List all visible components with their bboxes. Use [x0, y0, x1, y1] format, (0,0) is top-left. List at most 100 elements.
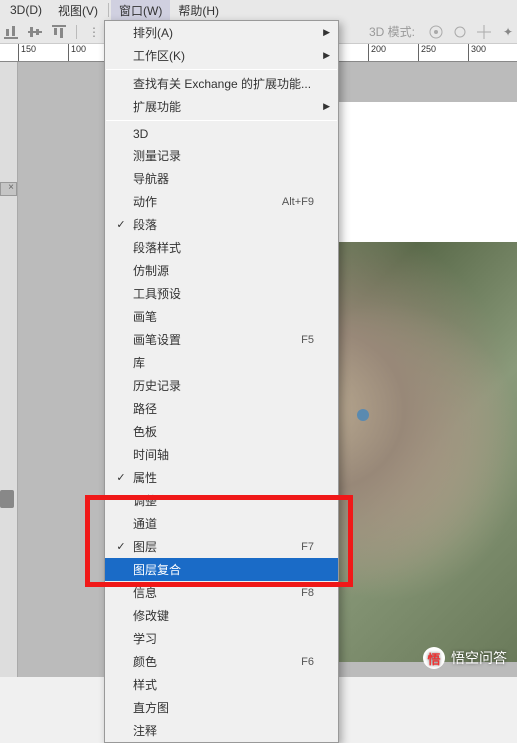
- menu-item[interactable]: 样式: [105, 673, 338, 696]
- ruler-tick: 300: [468, 44, 517, 61]
- orbit-icon[interactable]: [427, 23, 445, 41]
- menu-item[interactable]: 时间轴: [105, 443, 338, 466]
- menubar-separator: [108, 3, 109, 17]
- menu-item[interactable]: 调整: [105, 489, 338, 512]
- menu-item[interactable]: ✓段落: [105, 213, 338, 236]
- ruler-tick: 200: [368, 44, 418, 61]
- side-handle[interactable]: [0, 490, 14, 508]
- submenu-arrow-icon: ▶: [323, 101, 330, 112]
- menu-item[interactable]: 色板: [105, 420, 338, 443]
- menu-shortcut: Alt+F9: [282, 196, 314, 208]
- menu-item-label: 3D: [129, 127, 314, 141]
- ruler-tick: 150: [18, 44, 68, 61]
- checkmark-icon: ✓: [113, 218, 129, 231]
- menu-item-label: 工作区(K): [129, 47, 314, 64]
- menu-item-label: 颜色: [129, 653, 301, 670]
- menu-item-label: 直方图: [129, 699, 314, 716]
- align-top-icon[interactable]: [50, 23, 68, 41]
- menu-shortcut: F5: [301, 334, 314, 346]
- menu-item[interactable]: 段落样式: [105, 236, 338, 259]
- menu-item[interactable]: 画笔: [105, 305, 338, 328]
- menu-item[interactable]: 修改键: [105, 604, 338, 627]
- collapsed-panel-tab[interactable]: [0, 182, 17, 196]
- ruler-tick: 250: [418, 44, 468, 61]
- menu-item[interactable]: ✓图层F7: [105, 535, 338, 558]
- menu-item[interactable]: 工具预设: [105, 282, 338, 305]
- menu-item-label: 属性: [129, 469, 314, 486]
- menu-item[interactable]: 历史记录: [105, 374, 338, 397]
- mode-label: 3D 模式:: [363, 23, 421, 40]
- menu-item[interactable]: 导航器: [105, 167, 338, 190]
- watermark-logo-icon: 悟: [423, 647, 445, 669]
- menu-item[interactable]: 排列(A)▶: [105, 21, 338, 44]
- menu-item-label: 样式: [129, 676, 314, 693]
- menu-item-label: 修改键: [129, 607, 314, 624]
- align-bottom-icon[interactable]: [2, 23, 20, 41]
- menu-item-label: 测量记录: [129, 147, 314, 164]
- menubar: 3D(D) 视图(V) 窗口(W) 帮助(H): [0, 0, 517, 20]
- menu-shortcut: F7: [301, 541, 314, 553]
- menu-item[interactable]: 颜色F6: [105, 650, 338, 673]
- watermark-text: 悟空问答: [451, 648, 507, 668]
- menu-item[interactable]: 测量记录: [105, 144, 338, 167]
- menu-item[interactable]: ✓属性: [105, 466, 338, 489]
- menu-item-label: 导航器: [129, 170, 314, 187]
- menu-item-label: 时间轴: [129, 446, 314, 463]
- menu-item-label: 色板: [129, 423, 314, 440]
- align-middle-icon[interactable]: [26, 23, 44, 41]
- submenu-arrow-icon: ▶: [323, 50, 330, 61]
- menu-item[interactable]: 通道: [105, 512, 338, 535]
- menu-item-label: 仿制源: [129, 262, 314, 279]
- menu-item[interactable]: 动作Alt+F9: [105, 190, 338, 213]
- menu-separator: [106, 69, 337, 70]
- menu-item-label: 调整: [129, 492, 314, 509]
- left-panel: [0, 62, 18, 677]
- menu-shortcut: F8: [301, 587, 314, 599]
- menu-item-label: 动作: [129, 193, 282, 210]
- submenu-arrow-icon: ▶: [323, 27, 330, 38]
- menu-item[interactable]: 查找有关 Exchange 的扩展功能...: [105, 72, 338, 95]
- menu-item-label: 工具预设: [129, 285, 314, 302]
- menu-item-label: 段落: [129, 216, 314, 233]
- menu-view[interactable]: 视图(V): [50, 0, 106, 21]
- menu-item-label: 图层复合: [129, 561, 314, 578]
- menu-item-label: 扩展功能: [129, 98, 314, 115]
- menu-item[interactable]: 扩展功能 ▶: [105, 95, 338, 118]
- menu-item[interactable]: 画笔设置F5: [105, 328, 338, 351]
- menu-item-label: 画笔设置: [129, 331, 301, 348]
- menu-item-label: 学习: [129, 630, 314, 647]
- pan-icon[interactable]: [451, 23, 469, 41]
- move-icon[interactable]: [475, 23, 493, 41]
- menu-item[interactable]: 信息F8: [105, 581, 338, 604]
- watermark: 悟 悟空问答: [423, 647, 507, 669]
- menu-item[interactable]: 路径: [105, 397, 338, 420]
- menu-item[interactable]: 学习: [105, 627, 338, 650]
- menu-item[interactable]: 仿制源: [105, 259, 338, 282]
- menu-window[interactable]: 窗口(W): [111, 0, 170, 21]
- menu-item[interactable]: 3D: [105, 123, 338, 144]
- menu-item-label: 注释: [129, 722, 314, 739]
- menu-3d[interactable]: 3D(D): [2, 1, 50, 19]
- distribute-icon[interactable]: ⋮: [85, 23, 103, 41]
- checkmark-icon: ✓: [113, 540, 129, 553]
- menu-item-label: 通道: [129, 515, 314, 532]
- menu-item-label: 历史记录: [129, 377, 314, 394]
- menu-item[interactable]: 直方图: [105, 696, 338, 719]
- window-menu-dropdown: 排列(A)▶ 工作区(K) ▶ 查找有关 Exchange 的扩展功能... 扩展功能 ▶…: [104, 20, 339, 743]
- menu-separator: [106, 120, 337, 121]
- checkmark-icon: ✓: [113, 471, 129, 484]
- menu-help[interactable]: 帮助(H): [170, 0, 227, 21]
- menu-item-label: 信息: [129, 584, 301, 601]
- menu-item-label: 库: [129, 354, 314, 371]
- menu-item-label: 画笔: [129, 308, 314, 325]
- menu-item-label: 段落样式: [129, 239, 314, 256]
- menu-item[interactable]: 注释: [105, 719, 338, 742]
- menu-item[interactable]: 图层复合: [105, 558, 338, 581]
- menu-item[interactable]: 工作区(K) ▶: [105, 44, 338, 67]
- menu-item-label: 查找有关 Exchange 的扩展功能...: [129, 75, 314, 92]
- scale-icon[interactable]: ✦: [499, 23, 517, 41]
- menu-item-label: 路径: [129, 400, 314, 417]
- menu-shortcut: F6: [301, 656, 314, 668]
- toolbar-separator: [76, 25, 77, 39]
- menu-item[interactable]: 库: [105, 351, 338, 374]
